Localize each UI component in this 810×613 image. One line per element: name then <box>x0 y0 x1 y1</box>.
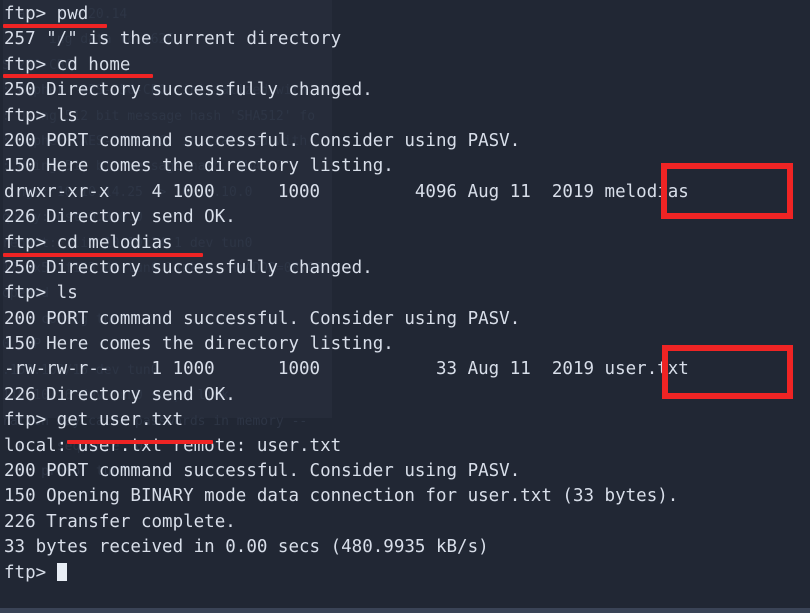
terminal-bottom-edge <box>0 608 810 613</box>
pwd-command-underline <box>3 24 107 28</box>
terminal-line: 257 "/" is the current directory <box>4 29 342 50</box>
terminal-line: 226 Transfer complete. <box>4 511 236 532</box>
terminal-cursor <box>56 562 67 581</box>
terminal-line: ftp> <box>4 561 810 586</box>
terminal-line: 200 PORT command successful. Consider us… <box>4 308 521 329</box>
melodias-filename-box <box>661 163 793 219</box>
terminal-line: 250 Directory successfully changed. <box>4 257 373 278</box>
terminal-line: 33 bytes received in 0.00 secs (480.9935… <box>4 537 489 558</box>
terminal-line: ftp> get user.txt <box>4 410 184 431</box>
terminal-line: 200 PORT command successful. Consider us… <box>4 130 521 151</box>
cd-melodias-underline <box>3 253 203 257</box>
user-txt-filename-box <box>662 345 793 399</box>
terminal-window[interactable]: a 1 ~ 20.14 ing data to 1625 S 250-CBC :… <box>0 0 810 613</box>
terminal-line: ftp> ls <box>4 283 78 304</box>
terminal-line: 250 Directory successfully changed. <box>4 80 373 101</box>
terminal-line: 150 Opening BINARY mode data connection … <box>4 486 679 507</box>
terminal-line: ftp> ls <box>4 105 78 126</box>
terminal-line: local: user.txt remote: user.txt <box>4 435 342 456</box>
get-user-txt-underline <box>67 440 213 444</box>
terminal-line: ftp> pwd <box>4 4 89 24</box>
terminal-output: ftp> pwd 257 "/" is the current directory… <box>0 0 810 613</box>
cd-home-underline <box>3 74 153 78</box>
terminal-line: 200 PORT command successful. Consider us… <box>4 461 521 482</box>
